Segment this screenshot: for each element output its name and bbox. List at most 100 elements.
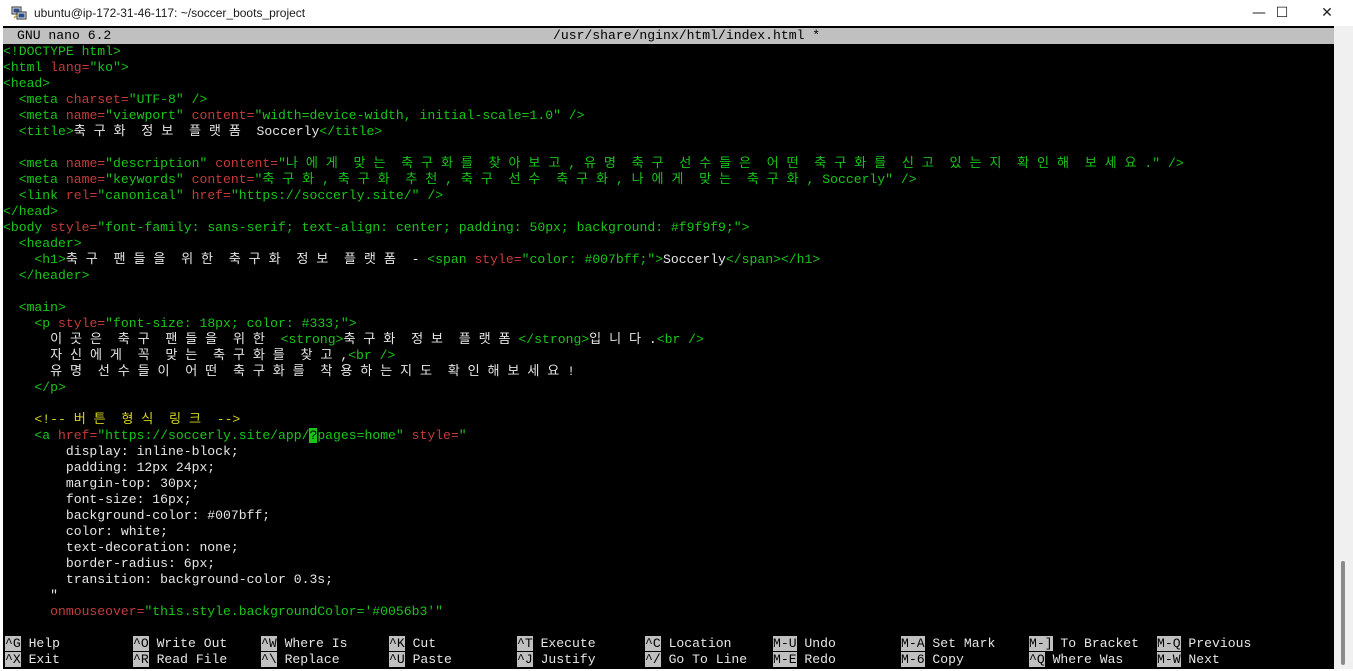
shortcut-label: Copy [924, 652, 964, 667]
editor-line: <meta name="keywords" content="축 구 화 , 축… [3, 172, 1334, 188]
shortcut-item[interactable]: ^J Justify [517, 652, 596, 668]
code-token: href= [58, 428, 98, 443]
code-token: <html [3, 60, 51, 75]
shortcut-label: Where Is [276, 636, 348, 651]
code-token: </p> [3, 380, 66, 395]
code-token: <header> [3, 236, 82, 251]
code-token: <br /> [348, 348, 396, 363]
code-token: <meta [3, 156, 66, 171]
shortcut-item[interactable]: ^R Read File [133, 652, 227, 668]
shortcut-item[interactable]: ^C Location [645, 636, 731, 652]
code-token: <main> [3, 300, 66, 315]
code-token: "viewport" [105, 108, 192, 123]
shortcut-key: ^X [5, 652, 21, 667]
code-token: 유 명 선 수 들 이 어 떤 축 구 화 를 착 용 하 는 지 도 확 인 … [3, 364, 575, 379]
title-bar[interactable]: ubuntu@ip-172-31-46-117: ~/soccer_boots_… [0, 0, 1353, 25]
code-token: "font-size: 18px; color: #333;"> [105, 316, 357, 331]
editor-line: <header> [3, 236, 1334, 252]
editor-line: <h1>축 구 팬 들 을 위 한 축 구 화 정 보 플 랫 폼 - <spa… [3, 252, 1334, 268]
code-token: "color: #007bff;"> [521, 252, 664, 267]
terminal-window: ubuntu@ip-172-31-46-117: ~/soccer_boots_… [0, 0, 1353, 671]
shortcut-key: ^Q [1029, 652, 1045, 667]
shortcut-key: ^\ [261, 652, 277, 667]
code-token: 입 니 다 . [589, 332, 657, 347]
shortcut-label: Previous [1180, 636, 1252, 651]
editor-line: </p> [3, 380, 1334, 396]
shortcut-item[interactable]: ^W Where Is [261, 636, 347, 652]
shortcut-item[interactable]: M-E Redo [773, 652, 836, 668]
shortcut-key: M-Q [1157, 636, 1181, 651]
code-token: <h1> [3, 252, 66, 267]
code-token: name= [65, 108, 106, 123]
code-token: "축 구 화 , 축 구 화 추 천 , 축 구 선 수 축 구 화 , 나 에… [254, 172, 917, 187]
shortcut-item[interactable]: M-] To Bracket [1029, 636, 1139, 652]
shortcut-item[interactable]: M-A Set Mark [901, 636, 995, 652]
shortcut-item[interactable]: ^X Exit [5, 652, 60, 668]
shortcut-key: ^O [133, 636, 149, 651]
editor-line: margin-top: 30px; [3, 476, 1334, 492]
shortcut-item[interactable]: ^U Paste [389, 652, 452, 668]
code-token: "UTF-8" /> [128, 92, 208, 107]
shortcut-item[interactable]: M-6 Copy [901, 652, 964, 668]
code-token: <p [3, 316, 59, 331]
shortcut-key: M-6 [901, 652, 925, 667]
shortcut-item[interactable]: ^Q Where Was [1029, 652, 1123, 668]
shortcut-label: Read File [148, 652, 228, 667]
code-token: 축 구 화 정 보 플 랫 폼 Soccerly [73, 124, 320, 139]
code-token: "width=device-width, initial-scale=1.0" … [254, 108, 585, 123]
editor-line: <head> [3, 76, 1334, 92]
close-button[interactable]: ✕ [1304, 0, 1350, 25]
shortcut-item[interactable]: M-Q Previous [1157, 636, 1251, 652]
editor-line: <title>축 구 화 정 보 플 랫 폼 Soccerly</title> [3, 124, 1334, 140]
shortcut-key: ^K [389, 636, 405, 651]
code-token: margin-top: 30px; [3, 476, 200, 491]
editor-line: </head> [3, 204, 1334, 220]
shortcut-item[interactable]: ^\ Replace [261, 652, 340, 668]
shortcut-item[interactable]: M-U Undo [773, 636, 836, 652]
shortcut-item[interactable]: ^K Cut [389, 636, 436, 652]
shortcut-label: Cut [404, 636, 437, 651]
terminal-screen[interactable]: GNU nano 6.2 /usr/share/nginx/html/index… [3, 26, 1334, 669]
shortcut-key: M-A [901, 636, 925, 651]
shortcut-label: To Bracket [1052, 636, 1140, 651]
shortcut-item[interactable]: ^G Help [5, 636, 60, 652]
code-token: padding: 12px 24px; [3, 460, 216, 475]
code-token: lang= [50, 60, 90, 75]
code-token: content= [215, 156, 279, 171]
code-token: <!-- 버 튼 형 식 링 크 --> [3, 412, 241, 427]
code-token: Soccerly [663, 252, 726, 267]
code-token: "canonical" [97, 188, 192, 203]
code-token: <meta [3, 92, 66, 107]
code-token: rel= [65, 188, 98, 203]
vertical-scrollbar[interactable] [1334, 26, 1353, 669]
code-token: 이 곳 은 축 구 팬 들 을 위 한 [3, 332, 281, 347]
shortcut-key: ^T [517, 636, 533, 651]
shortcut-item[interactable]: ^/ Go To Line [645, 652, 747, 668]
editor-line: <link rel="canonical" href="https://socc… [3, 188, 1334, 204]
code-token: </title> [319, 124, 383, 139]
code-token: 자 신 에 게 꼭 맞 는 축 구 화 를 찾 고 , [3, 348, 349, 363]
code-token: style= [411, 428, 459, 443]
shortcut-label: Justify [532, 652, 596, 667]
editor-line: <p style="font-size: 18px; color: #333;"… [3, 316, 1334, 332]
code-token: <meta [3, 108, 66, 123]
maximize-button[interactable]: ☐ [1259, 0, 1305, 25]
code-token: <!DOCTYPE html> [3, 44, 121, 59]
code-token: </strong> [518, 332, 590, 347]
shortcut-item[interactable]: ^T Execute [517, 636, 596, 652]
scroll-thumb[interactable] [1341, 561, 1345, 665]
shortcut-item[interactable]: M-W Next [1157, 652, 1220, 668]
code-token: pages=home" [317, 428, 412, 443]
shortcut-label: Undo [796, 636, 836, 651]
code-token: 축 구 화 정 보 플 랫 폼 [343, 332, 519, 347]
nano-version: GNU nano 6.2 [17, 28, 112, 43]
shortcut-item[interactable]: ^O Write Out [133, 636, 227, 652]
shortcut-label: Help [20, 636, 61, 651]
shortcut-label: Paste [404, 652, 452, 667]
editor-line: padding: 12px 24px; [3, 460, 1334, 476]
code-token: <span [427, 252, 475, 267]
code-token: background-color: #007bff; [3, 508, 271, 523]
nano-filename: /usr/share/nginx/html/index.html * [553, 28, 821, 43]
code-token: "keywords" [105, 172, 192, 187]
